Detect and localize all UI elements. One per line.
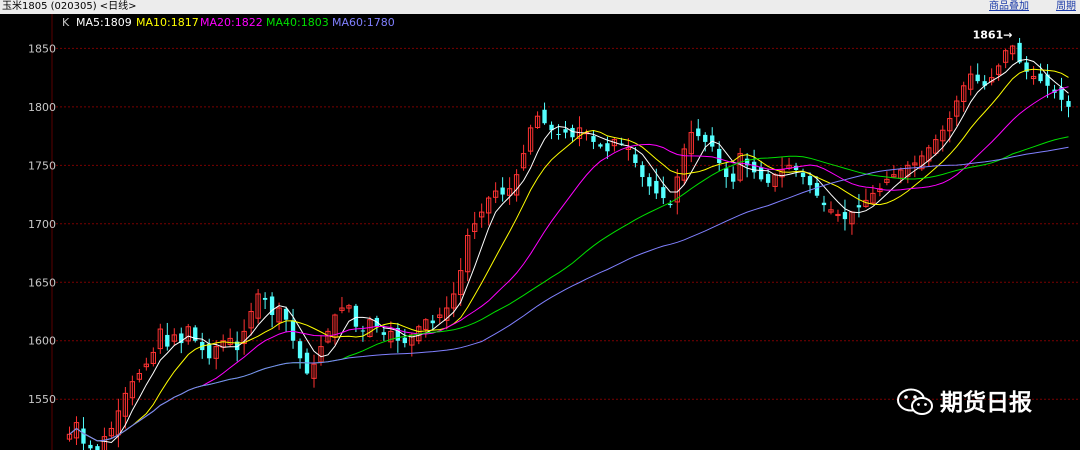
- ma10-line: [69, 68, 1069, 442]
- candle-body: [95, 446, 100, 450]
- y-tick-label: 1600: [28, 335, 56, 348]
- candle-body: [640, 165, 645, 178]
- candle-body: [975, 74, 980, 82]
- candle-body: [856, 205, 862, 208]
- candle-body: [542, 109, 547, 124]
- candle-body: [668, 203, 673, 206]
- candle-body: [88, 444, 93, 449]
- candle-body: [381, 332, 387, 335]
- candle-body: [598, 144, 603, 147]
- wechat-icon: [897, 388, 933, 415]
- candle-body: [563, 129, 568, 133]
- candle-body: [807, 176, 813, 186]
- candle-body: [81, 428, 86, 444]
- candle-body: [556, 133, 561, 135]
- y-tick-label: 1850: [28, 42, 56, 55]
- candle-body: [570, 127, 575, 138]
- y-tick-label: 1700: [28, 218, 56, 231]
- y-tick-label: 1800: [28, 101, 56, 114]
- candle-body: [591, 136, 596, 142]
- candle-body: [703, 134, 708, 142]
- commodity-overlay-link[interactable]: 商品叠加: [989, 0, 1029, 14]
- watermark: 期货日报: [896, 388, 1032, 418]
- candle-body: [430, 320, 435, 324]
- candle-body: [751, 161, 757, 173]
- candle-body: [800, 172, 806, 178]
- candle-body: [654, 180, 659, 194]
- y-tick-label: 1650: [28, 276, 56, 289]
- candle-body: [1038, 73, 1043, 82]
- high-annotation: 1861→: [973, 29, 1013, 42]
- candle-body: [165, 334, 170, 347]
- candle-body: [402, 337, 407, 344]
- candle-body: [360, 330, 366, 332]
- candle-body: [814, 182, 820, 196]
- candle-body: [283, 308, 289, 320]
- candle-body: [297, 341, 303, 359]
- instrument-title: 玉米1805 (020305) <日线>: [2, 1, 137, 12]
- candle-body: [696, 128, 701, 137]
- candle-body: [262, 297, 268, 300]
- kline-chart[interactable]: 15501600165017001750180018501861→←1498: [0, 14, 1080, 450]
- candle-body: [207, 343, 212, 359]
- candle-body: [290, 320, 296, 341]
- candle-body: [1066, 101, 1071, 107]
- candle-body: [821, 202, 827, 206]
- candle-body: [765, 173, 771, 183]
- candle-body: [661, 187, 666, 199]
- candle-body: [731, 173, 736, 182]
- y-tick-label: 1750: [28, 159, 56, 172]
- top-bar: 玉米1805 (020305) <日线> 商品叠加 周期: [0, 0, 1080, 14]
- candle-body: [353, 305, 359, 327]
- candle-body: [842, 212, 848, 220]
- candle-body: [717, 148, 722, 163]
- candle-body: [633, 154, 638, 163]
- period-link[interactable]: 周期: [1056, 0, 1076, 14]
- candle-body: [500, 187, 505, 195]
- candle-body: [605, 143, 610, 152]
- candle-body: [758, 167, 764, 180]
- y-tick-label: 1550: [28, 393, 56, 406]
- candle-body: [647, 177, 652, 187]
- watermark-text: 期货日报: [940, 390, 1032, 416]
- candle-body: [724, 168, 729, 178]
- candle-body: [1017, 42, 1022, 63]
- ma5-line: [69, 58, 1069, 444]
